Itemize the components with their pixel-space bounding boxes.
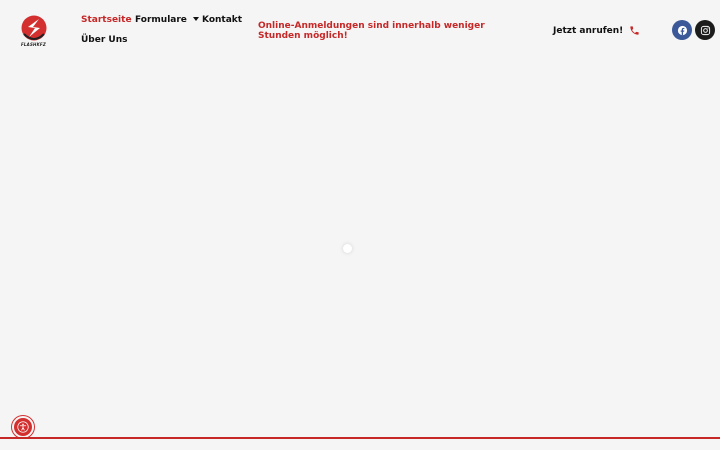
nav-kontakt[interactable]: Kontakt	[202, 15, 242, 25]
loading-spinner	[343, 244, 352, 253]
accessibility-button[interactable]	[12, 416, 34, 438]
announcement-text: Online-Anmeldungen sind innerhalb wenige…	[258, 21, 485, 41]
nav-formulare-label: Formulare	[135, 15, 187, 25]
instagram-icon	[700, 25, 710, 35]
accessibility-icon	[17, 421, 29, 433]
nav-formulare[interactable]: Formulare	[135, 15, 199, 25]
call-button[interactable]: Jetzt anrufen!	[553, 25, 640, 36]
page: FLASHKFZ Startseite Formulare Kontakt Üb…	[0, 0, 720, 450]
phone-icon	[630, 26, 639, 35]
instagram-button[interactable]	[695, 20, 715, 40]
chevron-down-icon	[192, 17, 199, 21]
call-label: Jetzt anrufen!	[553, 25, 624, 36]
nav-startseite[interactable]: Startseite	[81, 15, 132, 25]
facebook-button[interactable]	[672, 20, 692, 40]
nav-ueber-uns[interactable]: Über Uns	[81, 35, 128, 45]
footer-divider	[0, 437, 720, 439]
logo-text: FLASHKFZ	[21, 42, 46, 47]
facebook-icon	[677, 25, 687, 35]
